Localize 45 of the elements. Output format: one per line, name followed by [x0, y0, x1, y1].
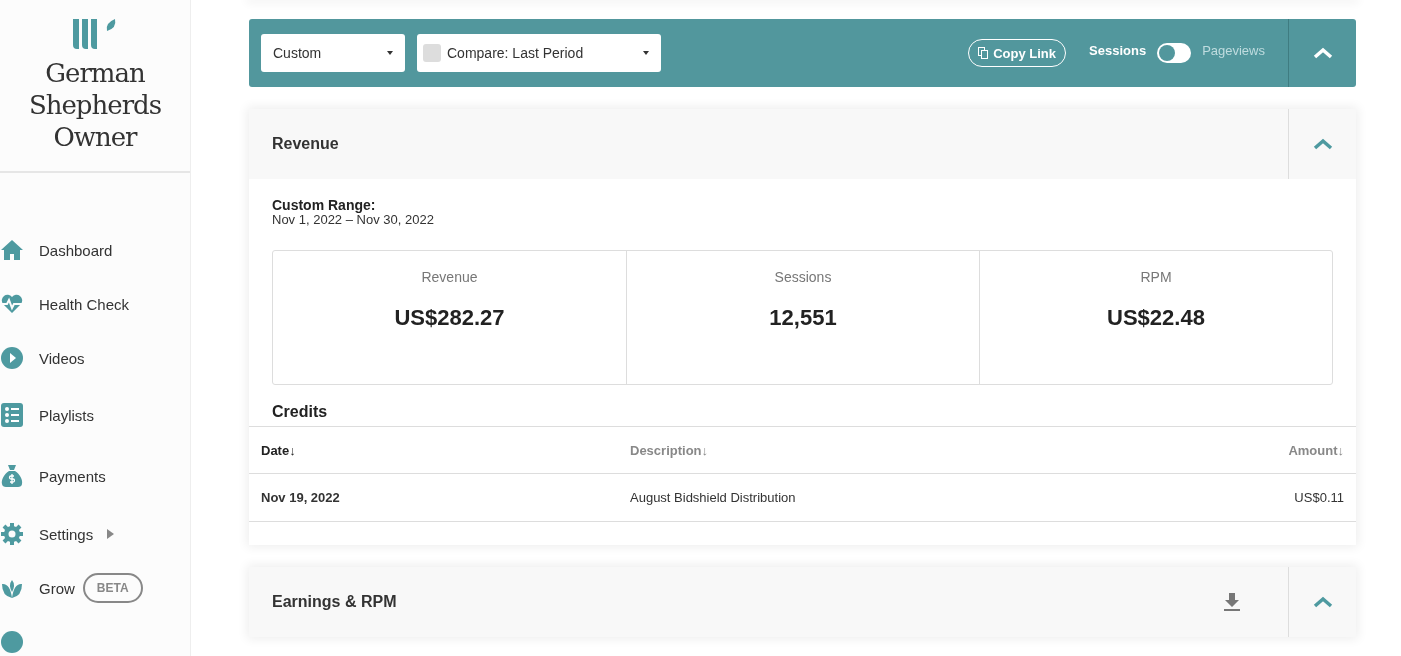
- column-header[interactable]: Date↓: [261, 442, 630, 458]
- compare-checkbox[interactable]: [423, 44, 441, 62]
- nav-label: Dashboard: [39, 241, 113, 259]
- nav-label: Grow: [39, 579, 75, 597]
- range-dates: Nov 1, 2022 – Nov 30, 2022: [272, 212, 435, 228]
- nav-label: Health Check: [39, 295, 130, 313]
- compare-dropdown[interactable]: Compare: Last Period: [417, 34, 661, 72]
- card-title: Revenue: [272, 135, 340, 153]
- nav-item[interactable]: Grow BETA: [0, 561, 190, 615]
- chevron-up-icon: [1312, 596, 1333, 608]
- table-cell-text: Nov 19, 2022: [261, 490, 341, 505]
- column-header[interactable]: Description↓: [630, 442, 1289, 458]
- range-dropdown[interactable]: Custom: [261, 34, 405, 72]
- beta-badge: BETA: [82, 573, 143, 603]
- download-icon[interactable]: [1223, 593, 1241, 611]
- range-label: Custom Range:: [272, 198, 377, 212]
- chevron-up-icon: [1312, 138, 1333, 150]
- home-icon: [0, 238, 24, 262]
- stat-value: 12,551: [769, 305, 837, 331]
- stat-label: Sessions: [774, 269, 832, 285]
- stat-value: US$282.27: [394, 305, 505, 331]
- column-header[interactable]: Amount↓: [1288, 442, 1344, 458]
- nav-item[interactable]: Payments: [0, 445, 190, 507]
- nav-item[interactable]: Dashboard: [0, 223, 190, 277]
- nav-label: Playlists: [39, 406, 94, 424]
- chevron-up-icon: [1312, 47, 1333, 59]
- stat-value: US$22.48: [1107, 305, 1205, 331]
- caret-icon: [387, 51, 393, 55]
- card-title: Earnings & RPM: [272, 593, 398, 611]
- copy-icon: [978, 47, 989, 59]
- nav-item[interactable]: Playlists: [0, 385, 190, 445]
- nav-label: Videos: [39, 349, 85, 367]
- site-name: German Shepherds Owner: [27, 57, 163, 153]
- table-cell: US$0.11: [1294, 490, 1344, 505]
- stat-label: Revenue: [421, 269, 478, 285]
- nav-item[interactable]: Settings: [0, 507, 190, 561]
- stat-label: RPM: [1140, 269, 1172, 285]
- table-cell-text: August Bidshield Distribution: [630, 490, 797, 505]
- metric-switch[interactable]: [1157, 43, 1192, 63]
- nav-label: Payments: [39, 467, 106, 485]
- caret-icon: [643, 51, 649, 55]
- nav-item[interactable]: Health Check: [0, 277, 190, 331]
- nav-item[interactable]: Videos: [0, 331, 190, 385]
- nav-label: Settings: [39, 525, 94, 543]
- section-title: Credits: [272, 403, 329, 421]
